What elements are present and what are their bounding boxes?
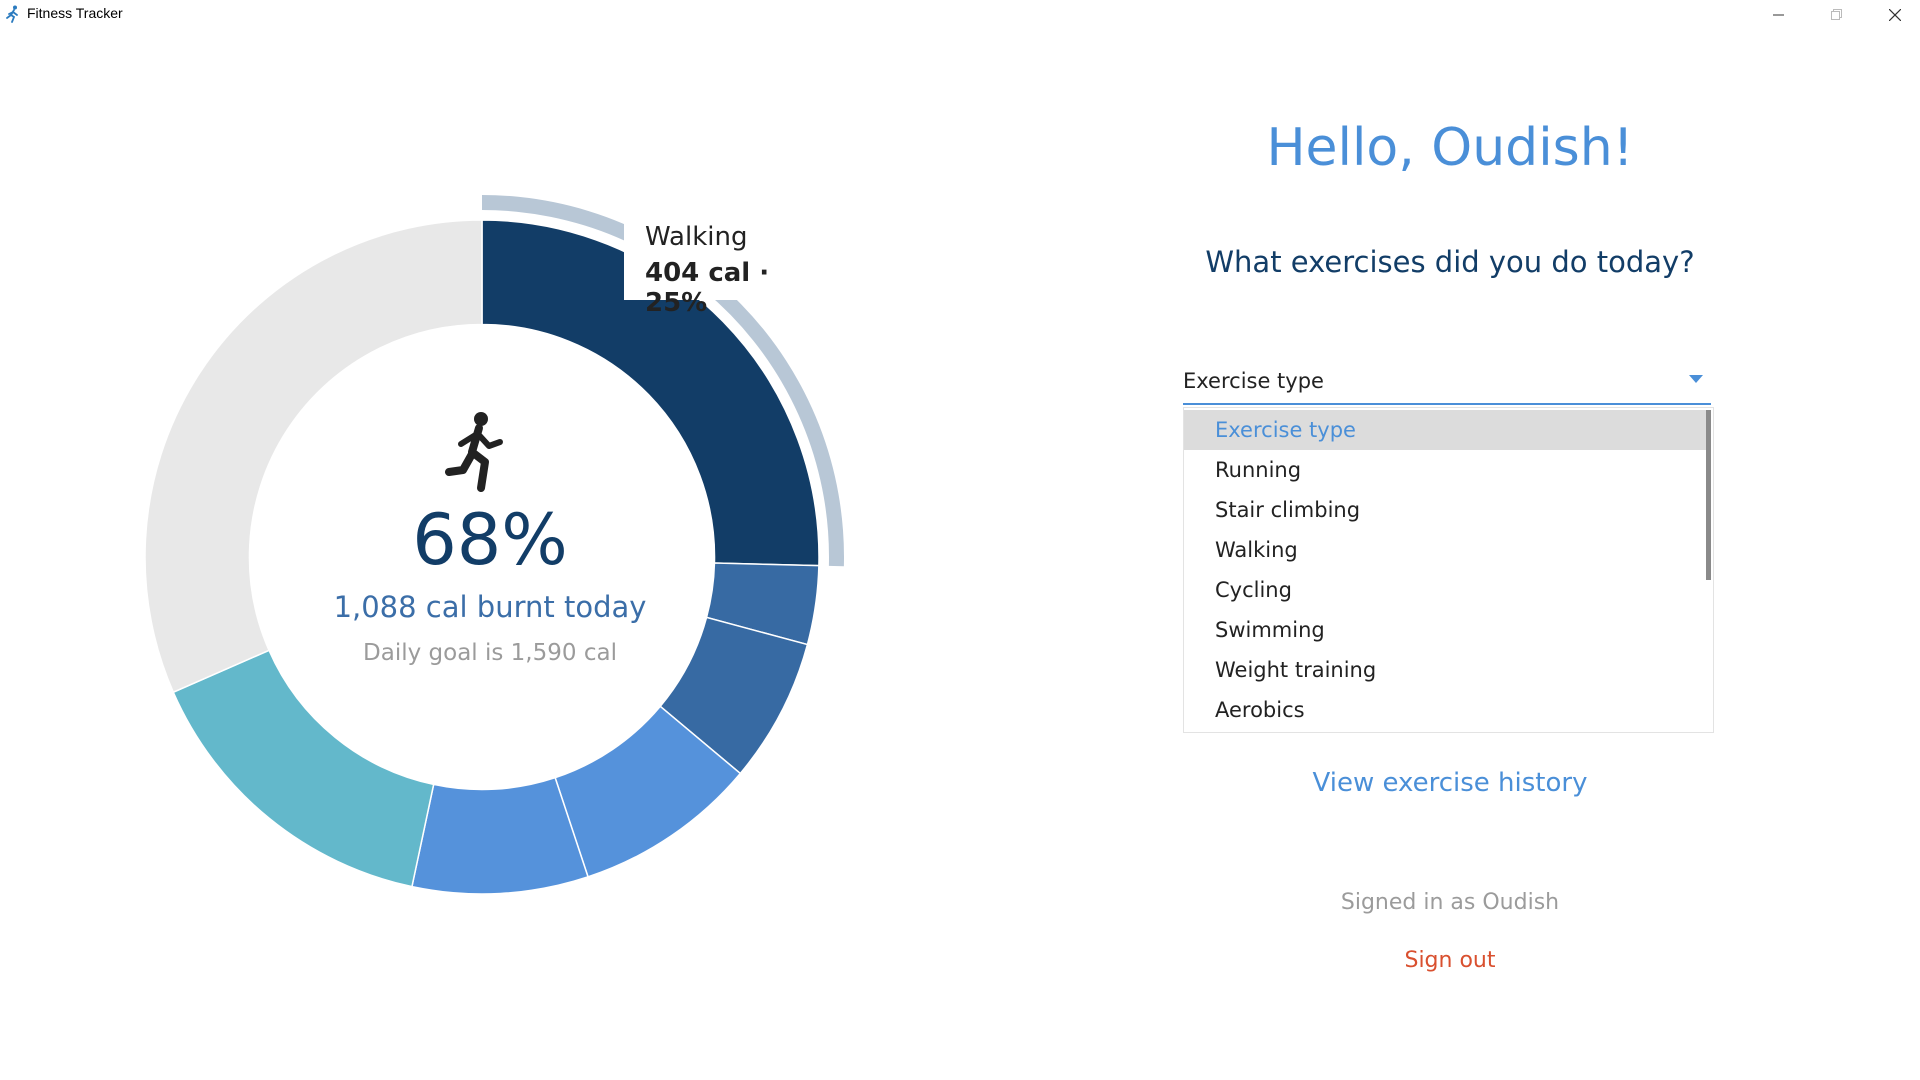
exercise-question: What exercises did you do today? <box>1205 245 1695 279</box>
tooltip-value: 404 cal · 25% <box>645 258 770 318</box>
close-button[interactable] <box>1866 0 1920 30</box>
option-swimming[interactable]: Swimming <box>1184 610 1706 650</box>
sign-out-link[interactable]: Sign out <box>1150 948 1750 973</box>
exercise-type-select[interactable]: Exercise type <box>1183 361 1711 405</box>
restore-icon <box>1831 9 1842 20</box>
view-history-link[interactable]: View exercise history <box>1150 768 1750 798</box>
option-exercise-type[interactable]: Exercise type <box>1184 410 1706 450</box>
minimize-icon <box>1773 14 1784 16</box>
exercise-options-list[interactable]: Exercise type Running Stair climbing Wal… <box>1183 407 1714 733</box>
option-walking[interactable]: Walking <box>1184 530 1706 570</box>
chart-tooltip: Walking 404 cal · 25% <box>624 212 828 318</box>
minimize-button[interactable] <box>1750 0 1808 30</box>
runner-icon <box>445 410 505 494</box>
option-cycling[interactable]: Cycling <box>1184 570 1706 610</box>
signed-in-label: Signed in as Oudish <box>1340 890 1560 915</box>
close-icon <box>1889 9 1901 21</box>
donut-slice-segment-5[interactable] <box>411 776 589 895</box>
option-running[interactable]: Running <box>1184 450 1706 490</box>
daily-goal: Daily goal is 1,590 cal <box>363 640 617 666</box>
option-stair-climbing[interactable]: Stair climbing <box>1184 490 1706 530</box>
restore-button[interactable] <box>1808 0 1866 30</box>
calories-burnt: 1,088 cal burnt today <box>333 590 647 624</box>
option-weight-training[interactable]: Weight training <box>1184 650 1706 690</box>
list-scrollbar[interactable] <box>1706 410 1711 580</box>
select-current-value: Exercise type <box>1183 369 1324 393</box>
option-aerobics[interactable]: Aerobics <box>1184 690 1706 730</box>
greeting-heading: Hello, Oudish! <box>1266 118 1634 178</box>
goal-percent: 68% <box>412 499 568 581</box>
donut-slice-segment-6[interactable] <box>172 649 435 888</box>
tooltip-title: Walking <box>645 222 748 252</box>
chevron-down-icon[interactable] <box>1689 375 1703 383</box>
